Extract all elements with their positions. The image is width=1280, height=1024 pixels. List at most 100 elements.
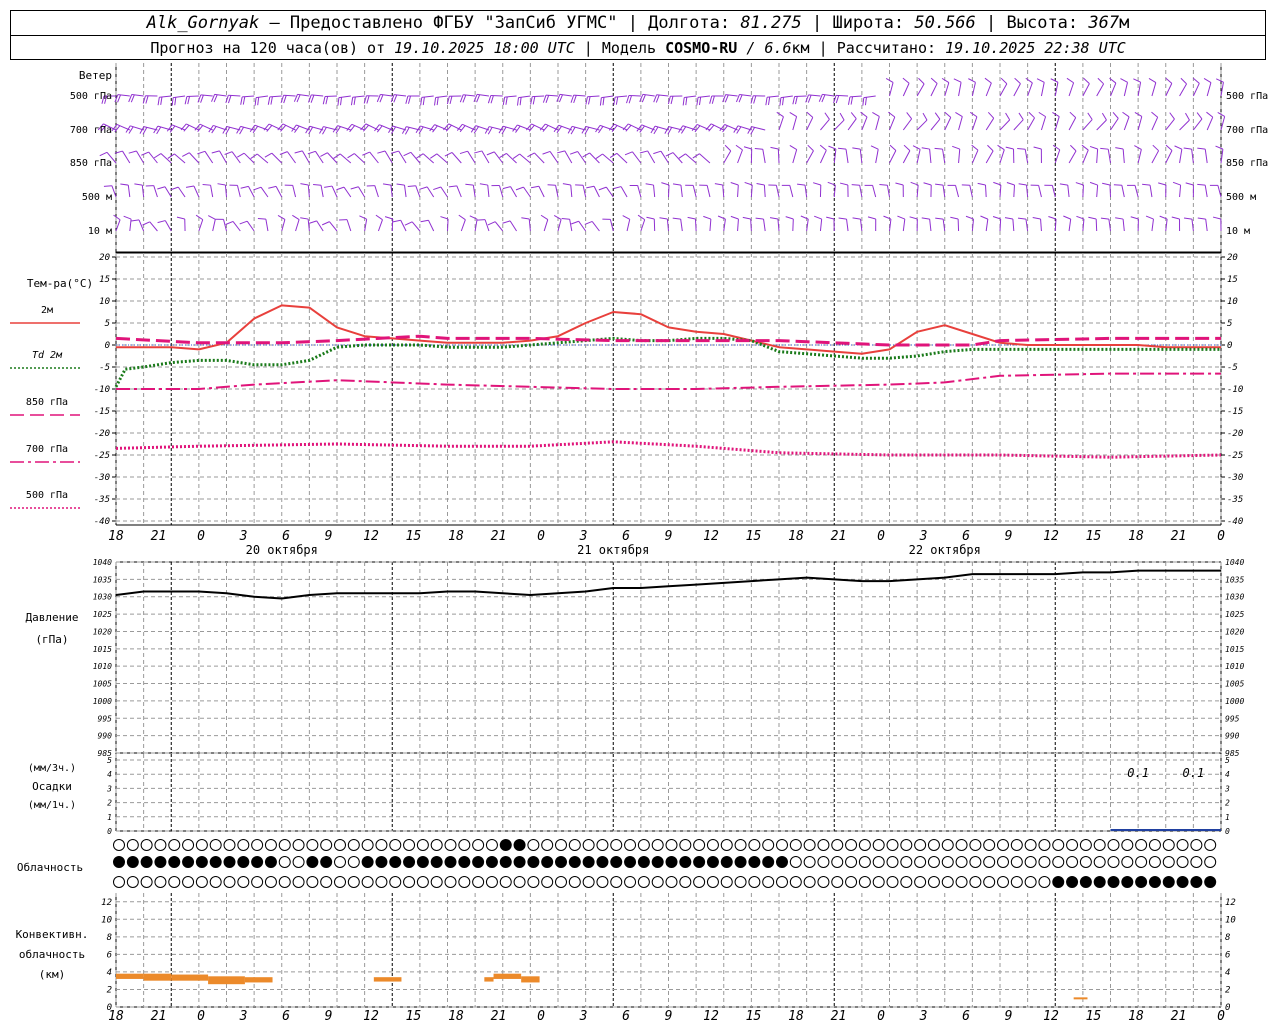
wind-barb-flag: [953, 78, 962, 83]
wind-barb-flag: [1100, 217, 1109, 220]
wind-barb-shaft: [1165, 83, 1173, 97]
wind-barb-shaft: [1204, 185, 1208, 198]
wind-barb-flag: [321, 221, 330, 226]
wind-barb-flag: [366, 95, 370, 104]
wind-barb-flag: [375, 214, 383, 221]
cloud-cover-circle: [969, 856, 982, 868]
wind-barb-shaft: [177, 186, 186, 198]
cloud-cover-circle: [320, 856, 333, 868]
wind-barb-shaft: [212, 219, 216, 232]
wind-barb-shaft: [930, 83, 938, 97]
wind-barb-flag: [521, 217, 530, 220]
day-label: 21 октября: [577, 543, 649, 557]
cloud-cover-circle: [1204, 876, 1217, 888]
cloud-cover-circle: [831, 839, 844, 851]
wind-level-label: 700 гПа: [70, 125, 112, 136]
wind-barb-flag: [1087, 112, 1093, 120]
temp-ytick-label-right: -40: [1227, 517, 1243, 527]
wind-barb-flag: [838, 217, 847, 220]
wind-barb-shaft: [148, 151, 158, 164]
wind-barb-shaft: [315, 151, 324, 164]
wind-barb-flag: [487, 127, 493, 135]
wind-barb-flag: [254, 97, 257, 106]
cloud-cover-circle: [375, 856, 388, 868]
cloud-cover-circle: [914, 856, 927, 868]
wind-barb-shaft: [1206, 116, 1214, 131]
wind-barb-flag: [1070, 144, 1077, 152]
wind-barb-flag: [1151, 111, 1158, 118]
wind-barb-flag: [743, 146, 752, 150]
cloud-cover-circle: [637, 856, 650, 868]
wind-barb-shaft: [808, 94, 821, 97]
temp-ytick-label-right: -20: [1227, 429, 1243, 439]
precip-ytick-label: 0: [107, 827, 112, 836]
conv-cloud-bar: [244, 977, 273, 983]
wind-barb-flag: [867, 216, 876, 220]
wind-barb-flag: [1165, 77, 1173, 84]
cloud-cover-circle: [472, 856, 485, 868]
wind-barb-shaft: [219, 150, 227, 164]
cloud-cover-circle: [858, 839, 871, 851]
wind-barb-shaft: [422, 153, 435, 164]
wind-barb-shaft: [999, 119, 1011, 131]
cloud-cover-circle: [582, 839, 595, 851]
cloud-cover-circle: [1052, 856, 1065, 868]
wind-level-label: 500 гПа: [70, 91, 112, 102]
wind-barb-flag: [1197, 217, 1206, 220]
wind-barb-shaft: [1068, 150, 1077, 164]
cloud-cover-circle: [720, 856, 733, 868]
precip-unit-1h: (мм/1ч.): [28, 800, 76, 811]
wind-barb-shaft: [1082, 149, 1089, 164]
cloud-cover-circle: [886, 876, 899, 888]
wind-barb-shaft: [331, 185, 338, 198]
wind-barb-flag: [1018, 112, 1024, 120]
wind-barb-shaft: [1068, 219, 1072, 232]
pressure-title: Давление: [26, 611, 79, 624]
wind-barb-flag: [308, 220, 317, 224]
time-tick-label: 21: [151, 529, 167, 544]
cloud-cover-circle: [361, 876, 374, 888]
wind-barb-flag: [1089, 145, 1098, 150]
cloud-cover-circle: [706, 856, 719, 868]
wind-barb-flag: [1048, 216, 1057, 220]
wind-barb-flag: [1052, 144, 1061, 151]
wind-barb-shaft: [1179, 185, 1182, 198]
wind-barb-shaft: [518, 95, 531, 99]
wind-barb-flag: [1083, 77, 1090, 84]
cloud-cover-circle: [914, 839, 927, 851]
wind-barb-shaft: [902, 219, 906, 232]
wind-barb-shaft: [833, 149, 837, 164]
wind-barb-flag: [325, 96, 329, 105]
cloud-cover-circle: [223, 876, 236, 888]
pressure-ytick-label-right: 995: [1225, 714, 1240, 723]
wind-barb-shaft: [1179, 83, 1187, 97]
wind-barb-flag: [530, 185, 540, 189]
time-tick-label: 0: [197, 529, 205, 544]
wind-barb-shaft: [875, 116, 880, 131]
wind-barb-shaft: [292, 185, 297, 198]
wind-barb-flag: [1169, 112, 1175, 120]
wind-barb-flag: [934, 147, 943, 150]
wind-barb-flag: [1000, 77, 1008, 85]
temp-ytick-label-right: 15: [1227, 275, 1238, 285]
wind-barb-flag: [1033, 146, 1042, 150]
wind-barb-flag: [753, 95, 757, 104]
wind-barb-shaft: [985, 150, 994, 164]
wind-barb-flag: [142, 221, 150, 226]
wind-barb-flag: [440, 216, 449, 220]
cloud-cover-circle: [541, 856, 554, 868]
wind-barb-flag: [1215, 145, 1224, 150]
time-tick-label: 9: [325, 1009, 333, 1024]
cloud-cover-circle: [720, 839, 733, 851]
cloud-cover-circle: [941, 856, 954, 868]
wind-barb-shaft: [1040, 116, 1047, 131]
temp-ytick-label: -40: [94, 517, 110, 527]
pressure-ytick-label-right: 990: [1225, 732, 1240, 741]
wind-barb-flag: [584, 220, 593, 225]
wind-barb-flag: [847, 96, 851, 105]
wind-barb-shaft: [763, 184, 766, 198]
time-tick-label: 18: [108, 529, 124, 544]
time-tick-label: 12: [1043, 1009, 1059, 1024]
wind-barb-shaft: [1110, 118, 1119, 131]
wind-barb-flag: [586, 185, 595, 189]
